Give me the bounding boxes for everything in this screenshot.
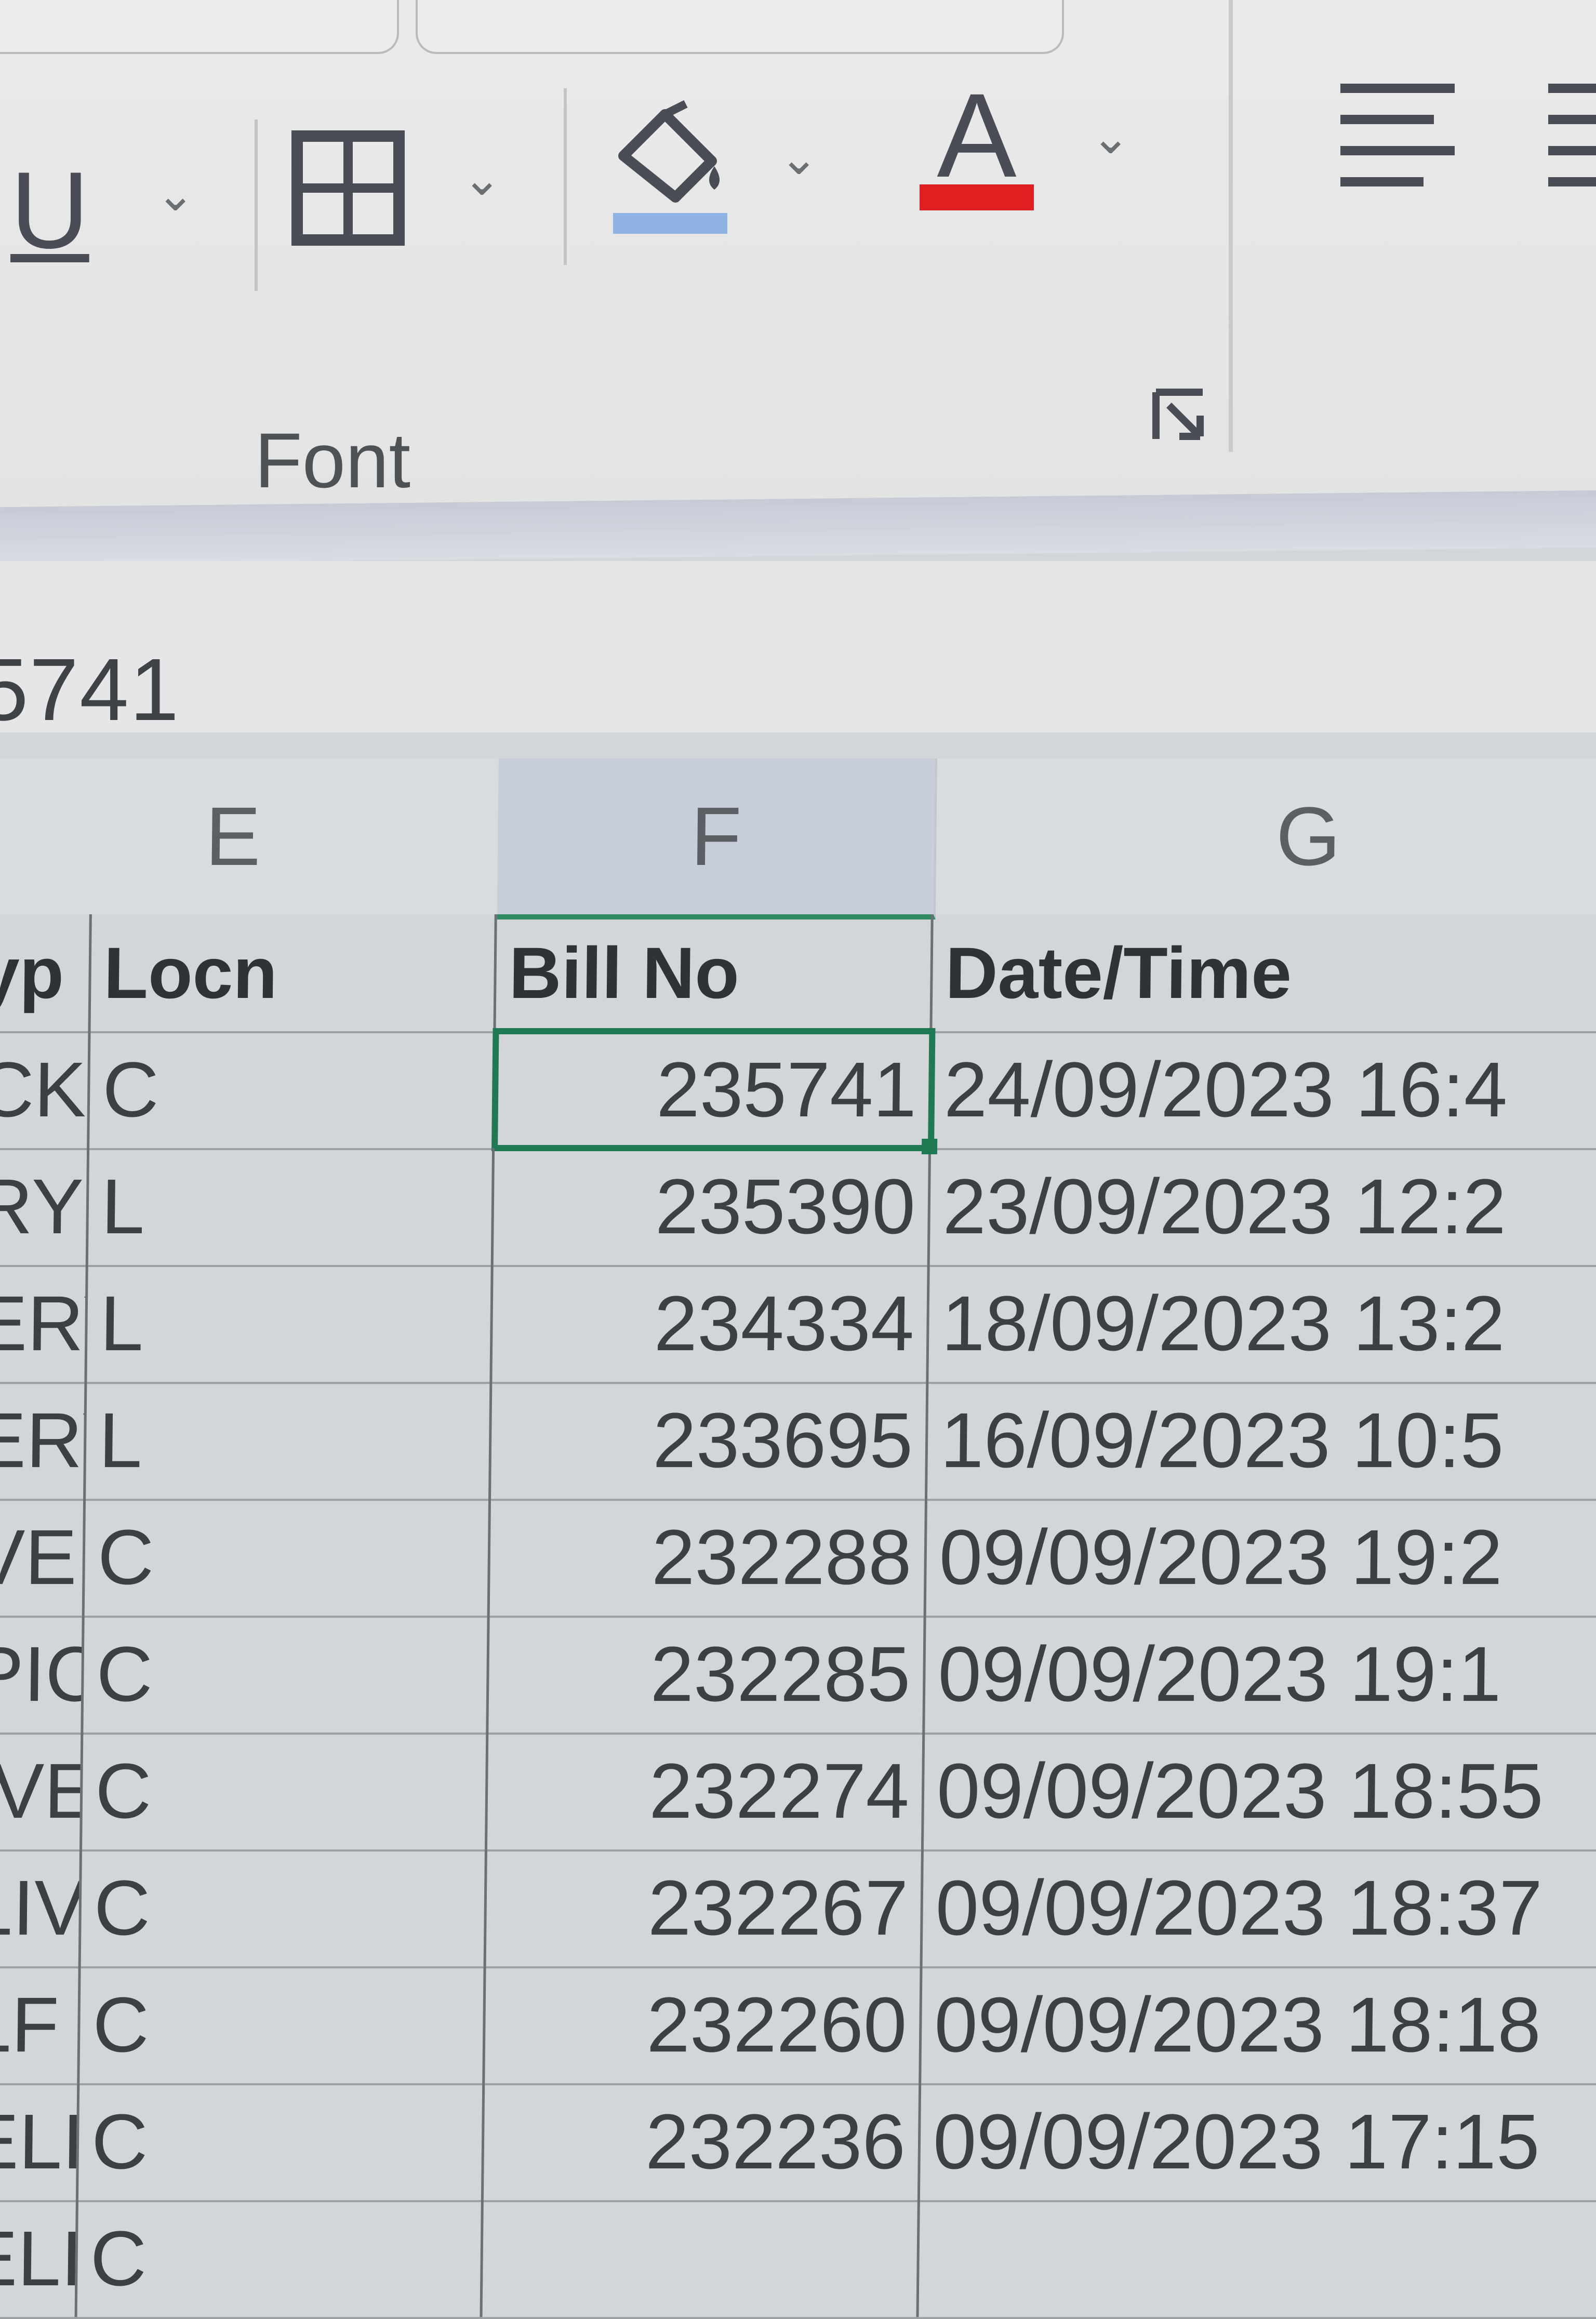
cell-locn[interactable]: C xyxy=(79,1966,486,2084)
cell-bill-no[interactable]: 232236 xyxy=(483,2083,922,2201)
column-header-bar: E F G xyxy=(0,758,1596,920)
cell-type[interactable]: LF PICKU xyxy=(0,1966,81,2084)
cell-locn[interactable]: L xyxy=(88,1148,495,1265)
table-row: LF PICKUC23226009/09/2023 18:18 xyxy=(0,1966,1596,2086)
font-dialog-launcher-button[interactable] xyxy=(1148,384,1211,447)
table-row: LIVERY C 232267 09/09/2023 18:37 xyxy=(0,1849,1596,1969)
cell-locn[interactable]: C xyxy=(78,2083,485,2201)
fill-dropdown-chevron-icon[interactable]: ⌄ xyxy=(779,135,818,182)
cell-type[interactable]: RY xyxy=(0,1148,90,1265)
cell-locn[interactable]: L xyxy=(87,1265,494,1382)
cell-bill-no[interactable]: 234334 xyxy=(492,1265,930,1382)
header-row: yp Locn Bill No Date/Time xyxy=(0,914,1596,1034)
font-color-dropdown-chevron-icon[interactable]: ⌄ xyxy=(1091,114,1130,161)
fill-color-button[interactable] xyxy=(608,94,743,249)
table-row: RY L 235390 23/09/2023 12:2 xyxy=(0,1148,1596,1268)
cell-locn[interactable]: C xyxy=(84,1499,491,1616)
cell-locn[interactable]: C xyxy=(83,1616,490,1733)
paint-bucket-icon xyxy=(613,100,727,234)
underline-icon: U xyxy=(10,149,89,271)
align-lines-icon xyxy=(1340,84,1455,186)
cell-bill-no[interactable]: 233695 xyxy=(491,1382,929,1499)
align-lines-icon xyxy=(1548,84,1596,186)
borders-dropdown-chevron-icon[interactable]: ⌄ xyxy=(462,156,501,203)
table-row: ERY L 233695 16/09/2023 10:5 xyxy=(0,1382,1596,1501)
formula-bar-value[interactable]: 5741 xyxy=(0,639,180,741)
cell-type[interactable]: ERY xyxy=(0,1265,88,1382)
cell-date-time[interactable]: 09/09/2023 18:55 xyxy=(923,1732,1596,1850)
cell-date-time[interactable]: 18/09/2023 13:2 xyxy=(928,1265,1596,1382)
ribbon: U ⌄ ⌄ ⌄ A ⌄ Font xyxy=(0,0,1596,519)
cell-bill-no-header[interactable]: Bill No xyxy=(496,914,934,1032)
column-header-e[interactable]: E xyxy=(0,758,501,915)
table-row: IVERY C 232274 09/09/2023 18:55 xyxy=(0,1732,1596,1852)
fill-handle[interactable] xyxy=(921,1139,938,1155)
cell-date-time-header[interactable]: Date/Time xyxy=(932,914,1596,1032)
cell-type[interactable]: VERY xyxy=(0,1499,86,1616)
cell-locn[interactable]: C xyxy=(89,1031,496,1149)
font-color-icon: A xyxy=(920,69,1034,210)
cell-locn[interactable]: L xyxy=(86,1382,493,1499)
cell-locn[interactable]: C xyxy=(81,1849,487,1967)
cell-date-time[interactable]: 09/09/2023 19:1 xyxy=(925,1616,1596,1733)
cell-date-time[interactable]: 23/09/2023 12:2 xyxy=(929,1148,1596,1265)
column-header-g[interactable]: G xyxy=(933,758,1596,915)
borders-icon xyxy=(291,130,405,246)
borders-button[interactable] xyxy=(291,130,405,255)
cell-date-time[interactable]: 16/09/2023 10:5 xyxy=(927,1382,1596,1499)
column-header-f[interactable]: F xyxy=(497,758,937,920)
cell-locn-header[interactable]: Locn xyxy=(90,914,497,1032)
cell-type[interactable]: ELIVERY xyxy=(0,2200,78,2317)
cell-locn[interactable]: C xyxy=(82,1732,489,1850)
font-group-label: Font xyxy=(255,417,411,504)
spreadsheet-grid[interactable]: E F G yp Locn Bill No Date/Time CKU C 235741 24… xyxy=(0,758,1596,2319)
underline-button[interactable]: U xyxy=(10,156,94,281)
cell-bill-no[interactable]: 232274 xyxy=(487,1732,925,1850)
cell-date-time[interactable]: 09/09/2023 18:18 xyxy=(921,1966,1596,2084)
cell-date-time[interactable]: 09/09/2023 18:37 xyxy=(922,1849,1596,1967)
cell-date-time[interactable]: 09/09/2023 17:15 xyxy=(920,2083,1596,2201)
cell-type[interactable]: ELIVERY xyxy=(0,2083,80,2201)
cell-bill-no[interactable] xyxy=(482,2200,920,2317)
cell-bill-no[interactable]: 232288 xyxy=(489,1499,927,1616)
table-row: ERY L 234334 18/09/2023 13:2 xyxy=(0,1265,1596,1384)
cell-type[interactable]: CKU xyxy=(0,1031,91,1149)
table-row: ELIVERY C 232236 09/09/2023 17:15 xyxy=(0,2083,1596,2203)
align-top-button[interactable] xyxy=(1330,68,1465,203)
cell-bill-no[interactable]: 235390 xyxy=(493,1148,932,1265)
cell-type[interactable]: PICKU xyxy=(0,1616,85,1733)
active-cell-bill-no[interactable]: 235741 xyxy=(491,1028,936,1152)
table-row: VERY C 232288 09/09/2023 19:2 xyxy=(0,1499,1596,1618)
cell-bill-no[interactable]: 232285 xyxy=(488,1616,926,1733)
underline-dropdown-chevron-icon[interactable]: ⌄ xyxy=(156,171,195,218)
table-row: CKU C 235741 24/09/2023 16:4 xyxy=(0,1028,1596,1152)
ribbon-tab-edge xyxy=(0,0,1596,62)
group-separator xyxy=(1229,0,1233,452)
cell-type[interactable]: ERY xyxy=(0,1382,87,1499)
separator xyxy=(255,119,258,291)
separator xyxy=(564,88,567,265)
cell-date-time[interactable]: 24/09/2023 16:4 xyxy=(931,1031,1596,1149)
cell-date-time[interactable]: 09/09/2023 19:2 xyxy=(926,1499,1596,1616)
cell-type-header[interactable]: yp xyxy=(0,914,92,1032)
cell-bill-no[interactable]: 232260 xyxy=(485,1966,923,2084)
align-middle-button[interactable] xyxy=(1538,68,1596,203)
dialog-launcher-icon xyxy=(1152,389,1204,440)
formula-bar[interactable] xyxy=(0,561,1596,732)
table-row: ELIVERY C xyxy=(0,2200,1596,2319)
svg-text:A: A xyxy=(937,78,1016,202)
cell-locn[interactable]: C xyxy=(77,2200,484,2317)
cell-bill-no[interactable]: 232267 xyxy=(486,1849,924,1967)
font-color-button[interactable]: A xyxy=(909,69,1044,223)
cell-type[interactable]: LIVERY xyxy=(0,1849,82,1967)
cell-date-time[interactable] xyxy=(919,2200,1596,2317)
cell-type[interactable]: IVERY xyxy=(0,1732,84,1850)
table-row: PICKU C 232285 09/09/2023 19:1 xyxy=(0,1616,1596,1735)
